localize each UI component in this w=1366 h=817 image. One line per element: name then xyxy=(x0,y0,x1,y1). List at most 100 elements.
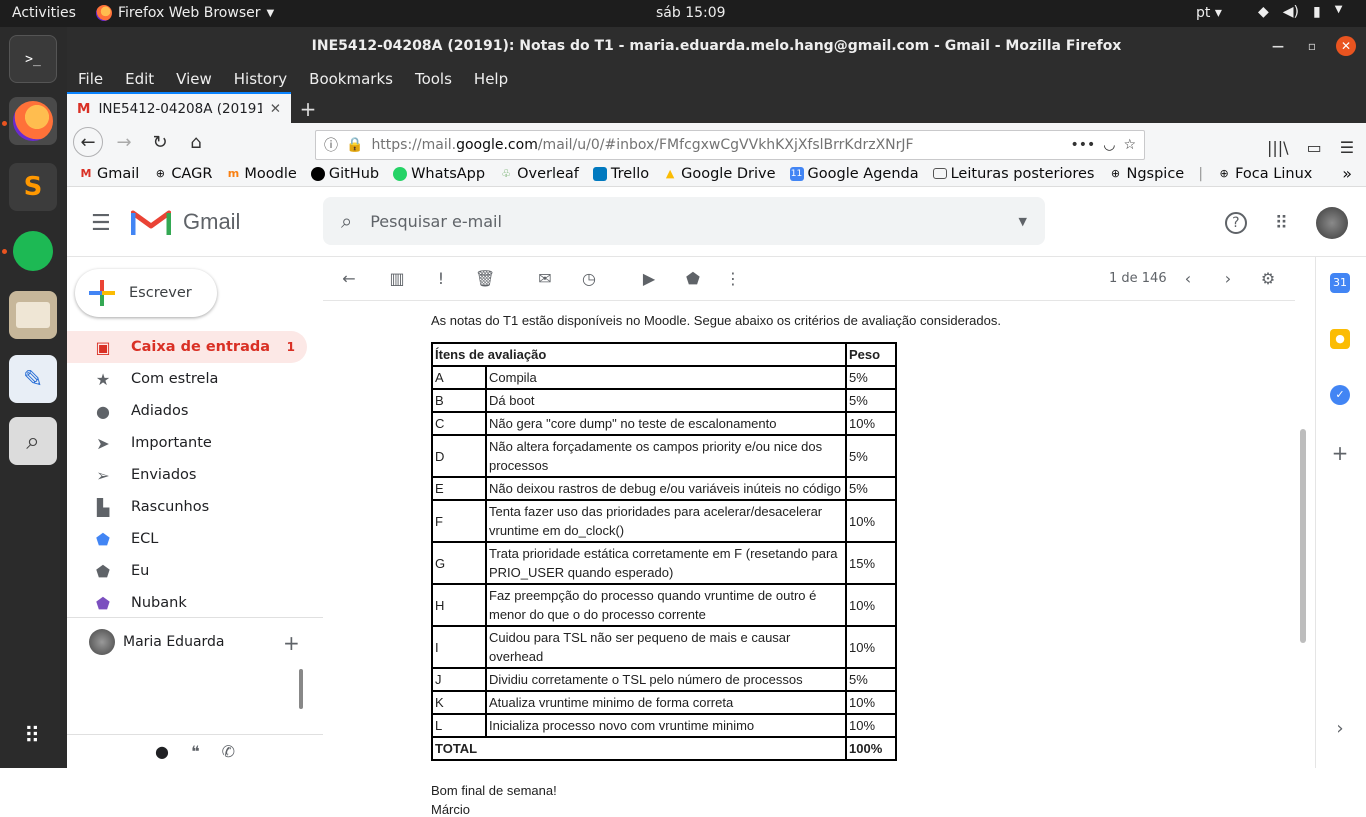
hamburger-menu-icon[interactable]: ☰ xyxy=(1340,138,1354,157)
show-apps-icon[interactable]: ⠿ xyxy=(9,712,57,760)
menu-view[interactable]: View xyxy=(176,70,212,88)
criterion-weight: 5% xyxy=(845,434,897,478)
browser-tab[interactable]: M INE5412-04208A (20191) ✕ xyxy=(67,92,291,123)
sidebar-item-important[interactable]: ➤ Importante xyxy=(67,427,307,459)
mark-unread-icon[interactable]: ✉ xyxy=(535,269,555,289)
menu-edit[interactable]: Edit xyxy=(125,70,154,88)
phone-icon[interactable]: ✆ xyxy=(222,742,235,761)
sidebar-item-nubank[interactable]: ⬟ Nubank xyxy=(67,587,307,619)
compose-button[interactable]: Escrever xyxy=(75,269,217,317)
sublime-text-icon[interactable]: S xyxy=(9,163,57,211)
spotify-icon[interactable] xyxy=(9,227,57,275)
firefox-dock-icon[interactable] xyxy=(9,97,57,145)
move-to-icon[interactable]: ▶ xyxy=(639,269,659,289)
delete-icon[interactable]: 🗑 xyxy=(475,269,495,289)
account-avatar[interactable] xyxy=(1316,207,1348,239)
bookmark-leituras-posteriores[interactable]: Leituras posteriores xyxy=(932,166,1094,182)
add-contact-icon[interactable]: + xyxy=(283,631,300,655)
search-icon[interactable]: ⌕ xyxy=(341,209,352,233)
sidebar-item-snoozed[interactable]: ● Adiados xyxy=(67,395,307,427)
site-info-icon[interactable]: ⓘ xyxy=(324,135,338,155)
bookmark-moodle[interactable]: m Moodle xyxy=(226,166,297,182)
gmail-title[interactable]: Gmail xyxy=(183,209,240,235)
tasks-icon[interactable]: ✓ xyxy=(1330,385,1350,405)
minimize-button[interactable]: — xyxy=(1268,36,1288,56)
bookmark-cagr[interactable]: ⊕ CAGR xyxy=(153,166,213,182)
sidebar-item-starred[interactable]: ★ Com estrela xyxy=(67,363,307,395)
new-tab-button[interactable]: + xyxy=(291,95,325,123)
language-label: pt xyxy=(1196,5,1211,21)
bookmark-trello[interactable]: Trello xyxy=(592,166,649,182)
apps-grid-icon[interactable]: ⠿ xyxy=(1275,213,1288,234)
clock[interactable]: sáb 15:09 xyxy=(656,5,726,21)
newer-icon[interactable]: ‹ xyxy=(1178,269,1198,289)
activities-button[interactable]: Activities xyxy=(12,5,76,21)
terminal-icon[interactable]: >_ xyxy=(9,35,57,83)
hangouts-scrollbar[interactable] xyxy=(299,669,303,709)
sidebar-item-ecl[interactable]: ⬟ ECL xyxy=(67,523,307,555)
bookmark-whatsapp[interactable]: WhatsApp xyxy=(393,166,485,182)
hangouts-icon[interactable]: ❝ xyxy=(191,742,200,761)
hangouts-user[interactable]: Maria Eduarda xyxy=(89,629,225,655)
bookmarks-overflow-icon[interactable]: » xyxy=(1342,164,1352,183)
main-menu-icon[interactable]: ☰ xyxy=(91,211,111,236)
close-tab-icon[interactable]: ✕ xyxy=(270,101,281,117)
archive-icon[interactable]: ▥ xyxy=(387,269,407,289)
bookmark-star-icon[interactable]: ☆ xyxy=(1123,137,1136,153)
sidebar-item-drafts[interactable]: ▙ Rascunhos xyxy=(67,491,307,523)
text-editor-icon[interactable]: ✎ xyxy=(9,355,57,403)
close-button[interactable]: ✕ xyxy=(1336,36,1356,56)
forward-button[interactable]: → xyxy=(109,127,139,157)
pocket-icon[interactable]: ◡ xyxy=(1103,137,1115,153)
app-menu[interactable]: Firefox Web Browser ▼ xyxy=(96,5,274,21)
library-icon[interactable]: |||\ xyxy=(1267,138,1289,157)
show-side-panel-icon[interactable]: › xyxy=(1330,719,1350,739)
menu-tools[interactable]: Tools xyxy=(415,70,452,88)
criterion-weight: 5% xyxy=(845,667,897,692)
page-actions-icon[interactable]: ••• xyxy=(1070,137,1095,153)
get-addons-icon[interactable]: + xyxy=(1330,443,1350,463)
bookmark-gmail[interactable]: M Gmail xyxy=(79,166,140,182)
bookmark-ngspice[interactable]: ⊕ Ngspice xyxy=(1108,166,1184,182)
sidebar-toggle-icon[interactable]: ▭ xyxy=(1307,138,1322,157)
snooze-icon[interactable]: ◷ xyxy=(579,269,599,289)
search-options-icon[interactable]: ▼ xyxy=(1019,215,1027,228)
url-path: /mail/u/0/#inbox/FMfcgxwCgVVkhKXjXfslBrr… xyxy=(537,137,914,153)
screenshot-icon[interactable]: ⌕ xyxy=(9,417,57,465)
search-input[interactable]: Pesquisar e-mail xyxy=(370,212,1000,231)
menu-help[interactable]: Help xyxy=(474,70,508,88)
older-icon[interactable]: › xyxy=(1218,269,1238,289)
bookmark-foca-linux[interactable]: ⊕ Foca Linux xyxy=(1217,166,1313,182)
home-button[interactable]: ⌂ xyxy=(181,127,211,157)
files-icon[interactable] xyxy=(9,291,57,339)
url-bar[interactable]: ⓘ 🔒 https://mail.google.com/mail/u/0/#in… xyxy=(315,130,1145,160)
reload-button[interactable]: ↻ xyxy=(145,127,175,157)
system-tray[interactable]: ◆ ◀) ▮ ▼ xyxy=(1258,4,1342,20)
settings-gear-icon[interactable]: ⚙ xyxy=(1258,269,1278,289)
bookmark-google-drive[interactable]: ▲ Google Drive xyxy=(663,166,776,182)
search-bar[interactable]: ⌕ Pesquisar e-mail ▼ xyxy=(323,197,1045,245)
sidebar-item-sent[interactable]: ➢ Enviados xyxy=(67,459,307,491)
keep-icon[interactable]: ● xyxy=(1330,329,1350,349)
help-icon[interactable]: ? xyxy=(1224,212,1247,234)
bookmark-overleaf[interactable]: ♧ Overleaf xyxy=(499,166,579,182)
sidebar-item-inbox[interactable]: ▣ Caixa de entrada 1 xyxy=(67,331,307,363)
more-options-icon[interactable]: ⋮ xyxy=(723,269,743,289)
language-indicator[interactable]: pt ▾ xyxy=(1196,5,1222,21)
menu-bookmarks[interactable]: Bookmarks xyxy=(309,70,393,88)
bookmark-github[interactable]: GitHub xyxy=(310,166,379,182)
contacts-icon[interactable]: ● xyxy=(155,742,169,761)
bookmark-google-agenda[interactable]: 11 Google Agenda xyxy=(789,166,919,182)
sidebar-item-label: Rascunhos xyxy=(131,499,210,515)
sidebar-item-eu[interactable]: ⬟ Eu xyxy=(67,555,307,587)
maximize-button[interactable]: ▫ xyxy=(1302,36,1322,56)
url-text[interactable]: https://mail.google.com/mail/u/0/#inbox/… xyxy=(371,137,1062,153)
menu-file[interactable]: File xyxy=(78,70,103,88)
content-scrollbar[interactable] xyxy=(1300,429,1306,643)
back-button[interactable]: ← xyxy=(73,127,103,157)
back-to-inbox-icon[interactable]: ← xyxy=(339,269,359,289)
calendar-icon[interactable]: 31 xyxy=(1330,273,1350,293)
report-spam-icon[interactable]: ! xyxy=(431,269,451,289)
menu-history[interactable]: History xyxy=(234,70,287,88)
label-as-icon[interactable]: ⬟ xyxy=(683,269,703,289)
